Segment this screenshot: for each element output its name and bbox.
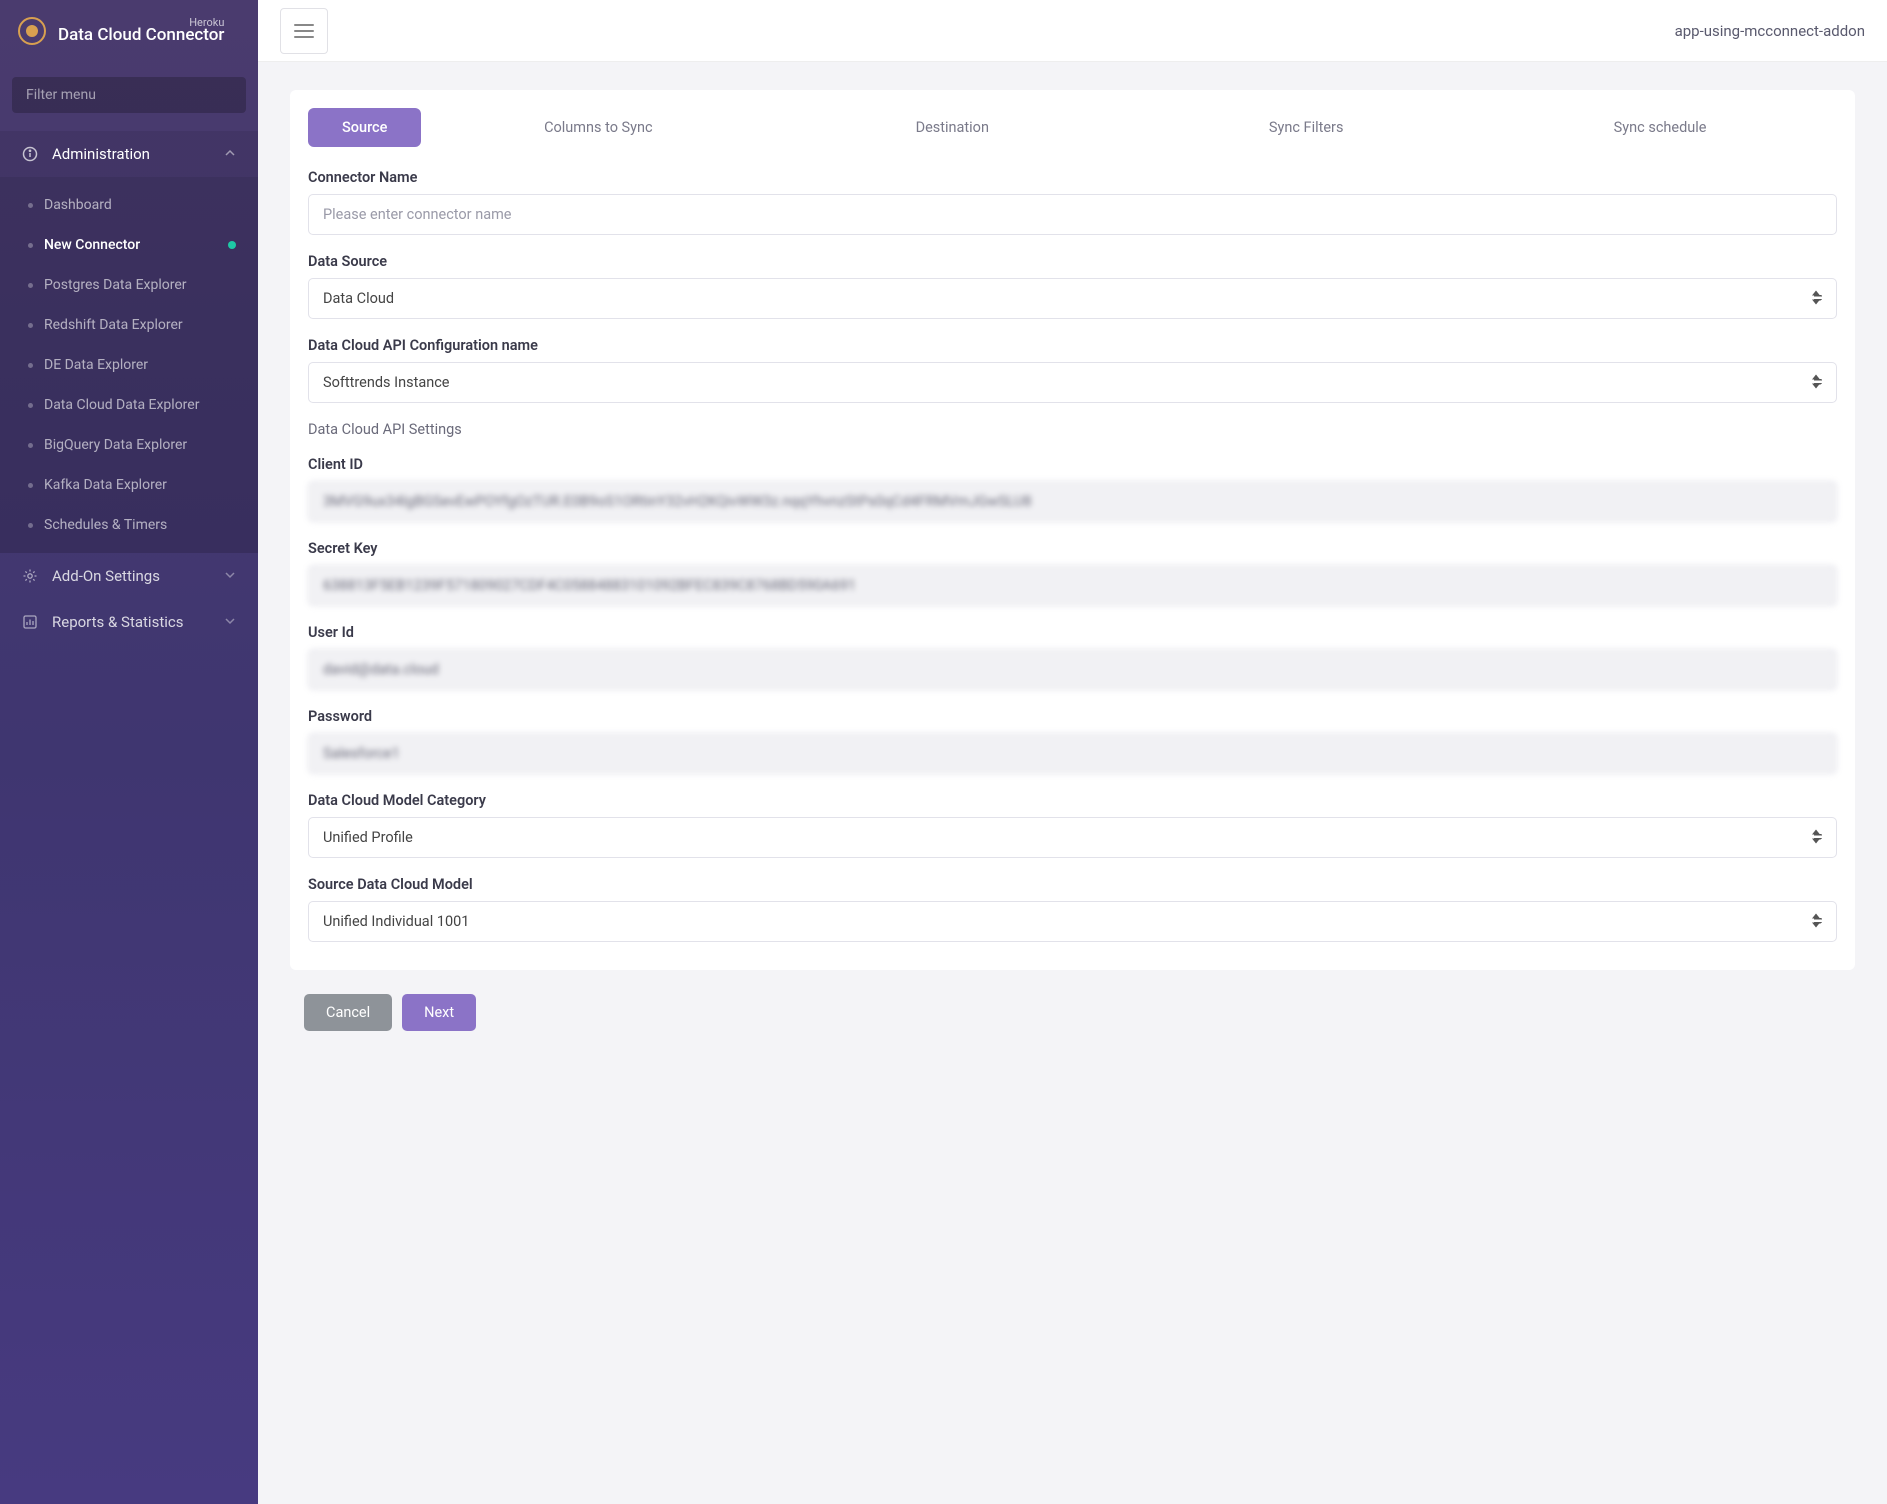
secret-key-label: Secret Key <box>308 540 1837 557</box>
sidebar: Heroku Data Cloud Connector Administrati… <box>0 0 258 1504</box>
chevron-up-icon <box>224 145 236 163</box>
connector-name-label: Connector Name <box>308 169 1837 186</box>
brand-title: Data Cloud Connector <box>58 25 224 45</box>
category-label: Data Cloud Model Category <box>308 792 1837 809</box>
sidebar-item-postgres[interactable]: Postgres Data Explorer <box>0 265 258 305</box>
chevron-down-icon <box>224 613 236 631</box>
sidebar-item-kafka[interactable]: Kafka Data Explorer <box>0 465 258 505</box>
sidebar-item-datacloud-explorer[interactable]: Data Cloud Data Explorer <box>0 385 258 425</box>
nav-section-reports[interactable]: Reports & Statistics <box>0 599 258 645</box>
tab-label: Destination <box>916 119 989 136</box>
tab-schedule[interactable]: Sync schedule <box>1483 108 1837 147</box>
api-settings-heading: Data Cloud API Settings <box>308 421 1837 438</box>
tab-label: Source <box>342 119 387 136</box>
cancel-button[interactable]: Cancel <box>304 994 392 1031</box>
button-label: Cancel <box>326 1004 370 1021</box>
tab-label: Columns to Sync <box>544 119 653 136</box>
topbar: app-using-mcconnect-addon <box>258 0 1887 62</box>
api-config-label: Data Cloud API Configuration name <box>308 337 1837 354</box>
brand: Heroku Data Cloud Connector <box>0 10 258 63</box>
nav-section-addon-settings[interactable]: Add-On Settings <box>0 553 258 599</box>
tab-source[interactable]: Source <box>308 108 421 147</box>
connector-name-input[interactable] <box>308 194 1837 235</box>
secret-key-input <box>308 565 1837 606</box>
category-select[interactable]: Unified Profile <box>308 817 1837 858</box>
nav-section-label: Reports & Statistics <box>52 613 183 631</box>
sidebar-item-dashboard[interactable]: Dashboard <box>0 185 258 225</box>
next-button[interactable]: Next <box>402 994 476 1031</box>
api-config-select[interactable]: Softtrends Instance <box>308 362 1837 403</box>
nav-section-label: Administration <box>52 145 150 163</box>
hamburger-button[interactable] <box>280 8 328 54</box>
model-label: Source Data Cloud Model <box>308 876 1837 893</box>
model-select[interactable]: Unified Individual 1001 <box>308 901 1837 942</box>
sidebar-item-label: DE Data Explorer <box>44 357 148 373</box>
form-actions: Cancel Next <box>290 994 1855 1031</box>
password-label: Password <box>308 708 1837 725</box>
sidebar-item-label: BigQuery Data Explorer <box>44 437 187 453</box>
nav-section-label: Add-On Settings <box>52 567 160 585</box>
tab-destination[interactable]: Destination <box>775 108 1129 147</box>
tab-columns[interactable]: Columns to Sync <box>421 108 775 147</box>
tab-label: Sync Filters <box>1269 119 1344 136</box>
active-indicator-icon <box>228 241 236 249</box>
data-source-select[interactable]: Data Cloud <box>308 278 1837 319</box>
content: Source Columns to Sync Destination Sync … <box>258 62 1887 1504</box>
form-card: Source Columns to Sync Destination Sync … <box>290 90 1855 970</box>
brand-logo-icon <box>18 17 46 45</box>
data-source-label: Data Source <box>308 253 1837 270</box>
client-id-input <box>308 481 1837 522</box>
sidebar-item-label: Redshift Data Explorer <box>44 317 183 333</box>
sidebar-item-label: New Connector <box>44 237 140 253</box>
sidebar-item-de-explorer[interactable]: DE Data Explorer <box>0 345 258 385</box>
chevron-down-icon <box>224 567 236 585</box>
sidebar-item-label: Postgres Data Explorer <box>44 277 187 293</box>
sidebar-item-schedules[interactable]: Schedules & Timers <box>0 505 258 545</box>
filter-menu-input[interactable] <box>12 77 246 113</box>
password-input <box>308 733 1837 774</box>
user-id-input <box>308 649 1837 690</box>
main: app-using-mcconnect-addon Source Columns… <box>258 0 1887 1504</box>
tab-filters[interactable]: Sync Filters <box>1129 108 1483 147</box>
sidebar-item-label: Dashboard <box>44 197 112 213</box>
reports-icon <box>22 614 38 630</box>
tabs: Source Columns to Sync Destination Sync … <box>308 108 1837 147</box>
sidebar-item-redshift[interactable]: Redshift Data Explorer <box>0 305 258 345</box>
nav-items: Dashboard New Connector Postgres Data Ex… <box>0 177 258 553</box>
sidebar-item-new-connector[interactable]: New Connector <box>0 225 258 265</box>
sidebar-item-label: Kafka Data Explorer <box>44 477 167 493</box>
sidebar-item-label: Schedules & Timers <box>44 517 167 533</box>
app-name: app-using-mcconnect-addon <box>1675 22 1865 40</box>
sidebar-item-bigquery[interactable]: BigQuery Data Explorer <box>0 425 258 465</box>
gear-icon <box>22 568 38 584</box>
sidebar-item-label: Data Cloud Data Explorer <box>44 397 199 413</box>
tab-label: Sync schedule <box>1614 119 1707 136</box>
user-id-label: User Id <box>308 624 1837 641</box>
button-label: Next <box>424 1004 454 1021</box>
client-id-label: Client ID <box>308 456 1837 473</box>
nav-section-administration[interactable]: Administration <box>0 131 258 177</box>
info-icon <box>22 146 38 162</box>
